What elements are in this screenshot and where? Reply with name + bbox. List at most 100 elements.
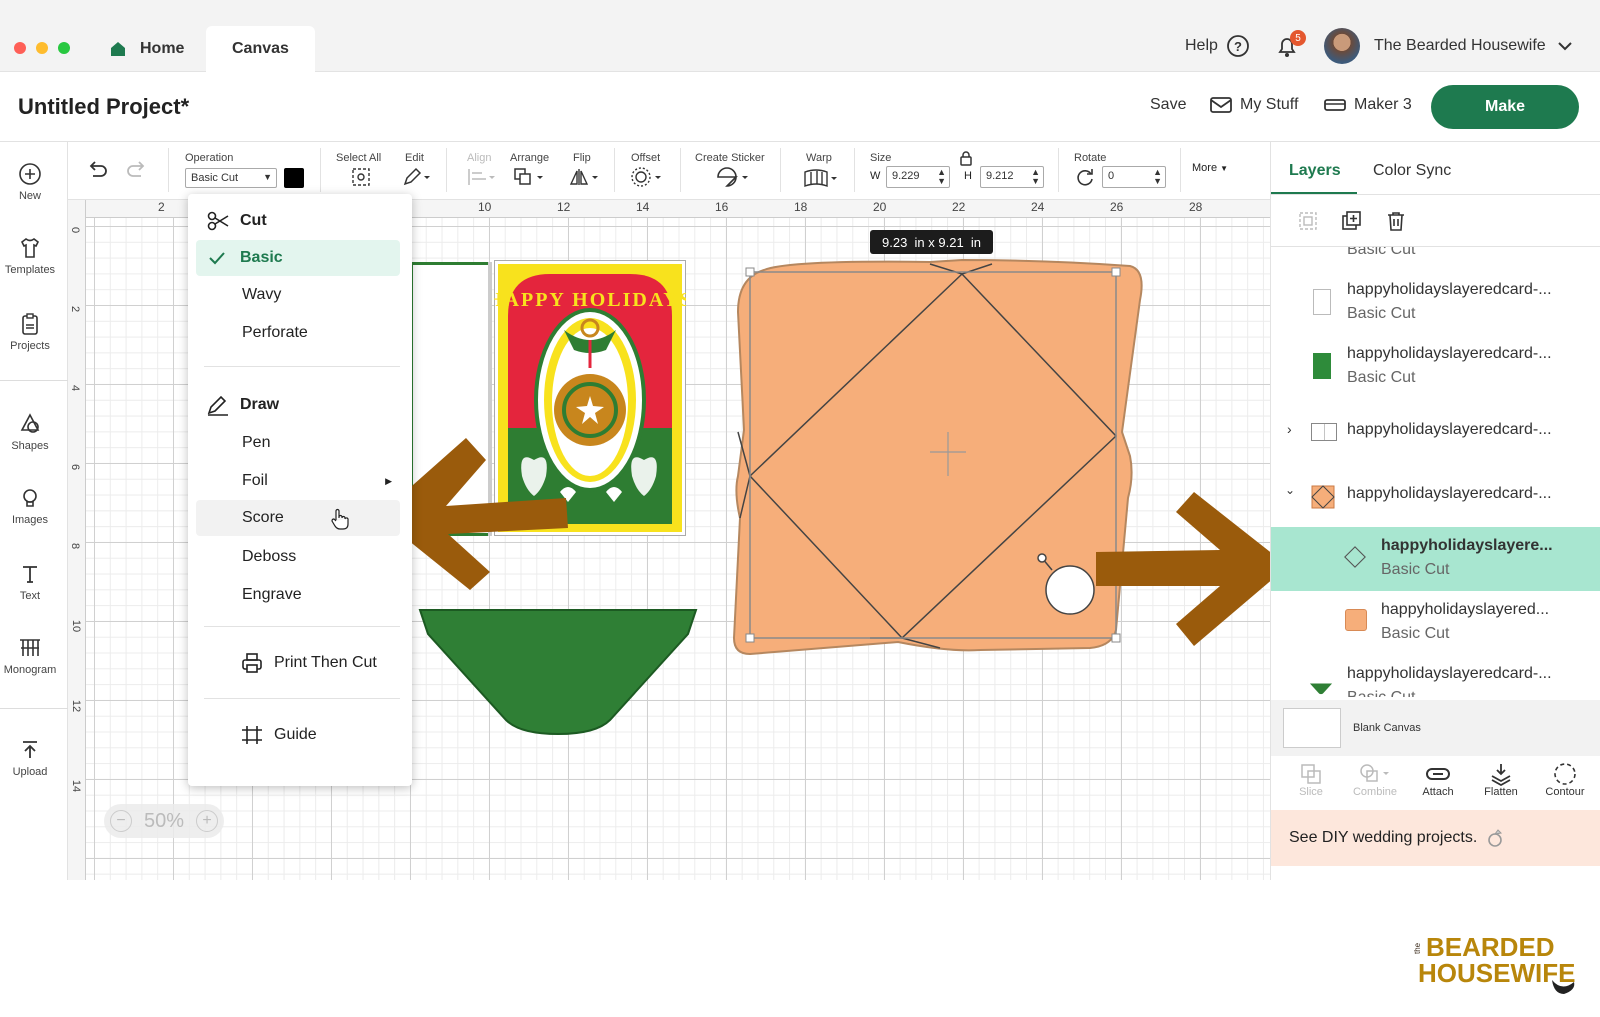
notifications-button[interactable]: 5 <box>1274 26 1306 66</box>
user-menu[interactable]: The Bearded Housewife <box>1324 26 1574 66</box>
redo-icon[interactable] <box>124 158 150 184</box>
new-button[interactable]: New <box>0 162 60 202</box>
menu-item-print-then-cut[interactable]: Print Then Cut <box>188 646 412 680</box>
combine-icon <box>1360 764 1389 782</box>
width-value: 9.229 <box>892 170 920 182</box>
upload-button[interactable]: Upload <box>0 738 60 778</box>
height-input[interactable]: 9.212 ▲ ▼ <box>980 166 1044 188</box>
contour-button[interactable]: Contour <box>1535 762 1595 798</box>
pencil-icon[interactable] <box>401 166 431 188</box>
width-input[interactable]: 9.229 ▲ ▼ <box>886 166 950 188</box>
monogram-icon <box>20 639 40 656</box>
help-button[interactable]: Help ? <box>1185 26 1250 66</box>
trash-icon[interactable] <box>1385 210 1407 232</box>
chevron-down-icon[interactable]: ⌄ <box>1285 483 1295 497</box>
undo-icon[interactable] <box>84 158 110 184</box>
offset-icon[interactable] <box>630 166 664 188</box>
menu-item-score[interactable]: Score <box>196 500 400 536</box>
engrave-label: Engrave <box>242 586 302 603</box>
images-button[interactable]: Images <box>0 486 60 526</box>
menu-item-basic-cut[interactable]: Basic <box>196 240 400 276</box>
machine-button[interactable]: Maker 3 <box>1324 96 1412 114</box>
tab-canvas[interactable]: Canvas <box>206 26 315 72</box>
envelope-flap-shape[interactable] <box>418 608 698 738</box>
rotate-icon[interactable] <box>1074 166 1096 188</box>
toolbar-divider <box>854 148 855 192</box>
zoom-in-button[interactable]: + <box>195 810 218 832</box>
wavy-label: Wavy <box>242 286 282 303</box>
attach-button[interactable]: Attach <box>1408 762 1468 798</box>
menu-item-foil[interactable]: Foil ▶ <box>188 464 412 498</box>
monogram-button[interactable]: Monogram <box>0 636 60 676</box>
attach-label: Attach <box>1422 786 1454 798</box>
menu-item-engrave[interactable]: Engrave <box>188 578 412 612</box>
operation-select[interactable]: Basic Cut ▼ <box>185 168 277 188</box>
draw-group-header: Draw <box>188 388 412 422</box>
menu-item-perforate[interactable]: Perforate <box>188 316 412 350</box>
promo-banner[interactable]: See DIY wedding projects. <box>1271 810 1600 866</box>
maximize-window-button[interactable] <box>58 42 70 54</box>
templates-button[interactable]: Templates <box>0 236 60 276</box>
upload-label: Upload <box>12 766 48 778</box>
foil-label: Foil <box>242 472 268 489</box>
slice-button[interactable]: Slice <box>1281 762 1341 798</box>
menu-item-pen[interactable]: Pen <box>188 426 412 460</box>
pen-label: Pen <box>242 434 271 451</box>
ruler-tick-label: 10 <box>70 619 83 633</box>
group-icon[interactable] <box>1297 210 1319 232</box>
layer-row[interactable]: happyholidayslayeredcard-... Basic Cut <box>1271 271 1600 335</box>
project-header: Untitled Project* Save My Stuff Maker 3 … <box>0 72 1600 142</box>
layer-group-row[interactable]: › happyholidayslayeredcard-... <box>1271 399 1600 463</box>
align-icon[interactable] <box>466 166 496 188</box>
tab-layers[interactable]: Layers <box>1289 162 1341 180</box>
height-label: H <box>964 170 972 182</box>
blank-canvas-row[interactable]: Blank Canvas <box>1271 700 1600 756</box>
flip-icon[interactable] <box>568 166 602 188</box>
layer-group-row[interactable]: ⌄ happyholidayslayeredcard-... <box>1271 463 1600 527</box>
zoom-out-button[interactable]: − <box>109 810 132 832</box>
tab-color-sync[interactable]: Color Sync <box>1373 162 1451 180</box>
flatten-button[interactable]: Flatten <box>1471 762 1531 798</box>
toolbar-divider <box>680 148 681 192</box>
layer-row[interactable]: happyholidayslayeredcard-... Basic Cut <box>1271 655 1600 697</box>
ruler-tick-label: 22 <box>952 200 966 214</box>
layer-row-selected[interactable]: happyholidayslayere... Basic Cut <box>1271 527 1600 591</box>
lock-icon[interactable] <box>959 150 973 166</box>
text-button[interactable]: Text <box>0 562 60 602</box>
rotate-input[interactable]: 0 ▲ ▼ <box>1102 166 1166 188</box>
layer-thumbnail <box>1344 546 1366 568</box>
more-button[interactable]: More ▼ <box>1192 162 1228 174</box>
tab-home[interactable]: Home <box>108 26 184 72</box>
combine-button[interactable]: Combine <box>1345 762 1405 798</box>
ruler-tick-label: 4 <box>69 384 82 392</box>
stepper-icon: ▲ ▼ <box>937 167 946 186</box>
scissors-icon <box>207 211 229 231</box>
layer-thumbnail <box>1313 289 1331 315</box>
save-button[interactable]: Save <box>1150 96 1186 114</box>
project-title[interactable]: Untitled Project* <box>18 94 189 120</box>
envelope-shape[interactable] <box>730 256 1150 666</box>
my-stuff-button[interactable]: My Stuff <box>1210 96 1298 114</box>
duplicate-icon[interactable] <box>1341 210 1363 232</box>
layer-operation: Basic Cut <box>1347 305 1416 322</box>
ruler-tick-label: 2 <box>158 200 165 214</box>
layer-row[interactable]: Basic Cut <box>1271 247 1600 271</box>
menu-item-guide[interactable]: Guide <box>188 718 412 752</box>
make-button[interactable]: Make <box>1431 85 1579 129</box>
shapes-button[interactable]: Shapes <box>0 412 60 452</box>
sticker-icon[interactable] <box>714 164 754 190</box>
arrange-label: Arrange <box>510 152 550 164</box>
layer-row[interactable]: happyholidayslayeredcard-... Basic Cut <box>1271 335 1600 399</box>
arrange-icon[interactable] <box>512 166 546 188</box>
select-all-icon[interactable] <box>350 166 372 188</box>
menu-item-deboss[interactable]: Deboss <box>188 540 412 574</box>
minimize-window-button[interactable] <box>36 42 48 54</box>
layer-row[interactable]: happyholidayslayered... Basic Cut <box>1271 591 1600 655</box>
operation-color-swatch[interactable] <box>284 168 304 188</box>
menu-item-wavy[interactable]: Wavy <box>188 278 412 312</box>
warp-icon[interactable] <box>802 168 842 190</box>
projects-button[interactable]: Projects <box>0 312 60 352</box>
close-window-button[interactable] <box>14 42 26 54</box>
edit-label: Edit <box>405 152 424 164</box>
chevron-right-icon[interactable]: › <box>1287 421 1292 437</box>
